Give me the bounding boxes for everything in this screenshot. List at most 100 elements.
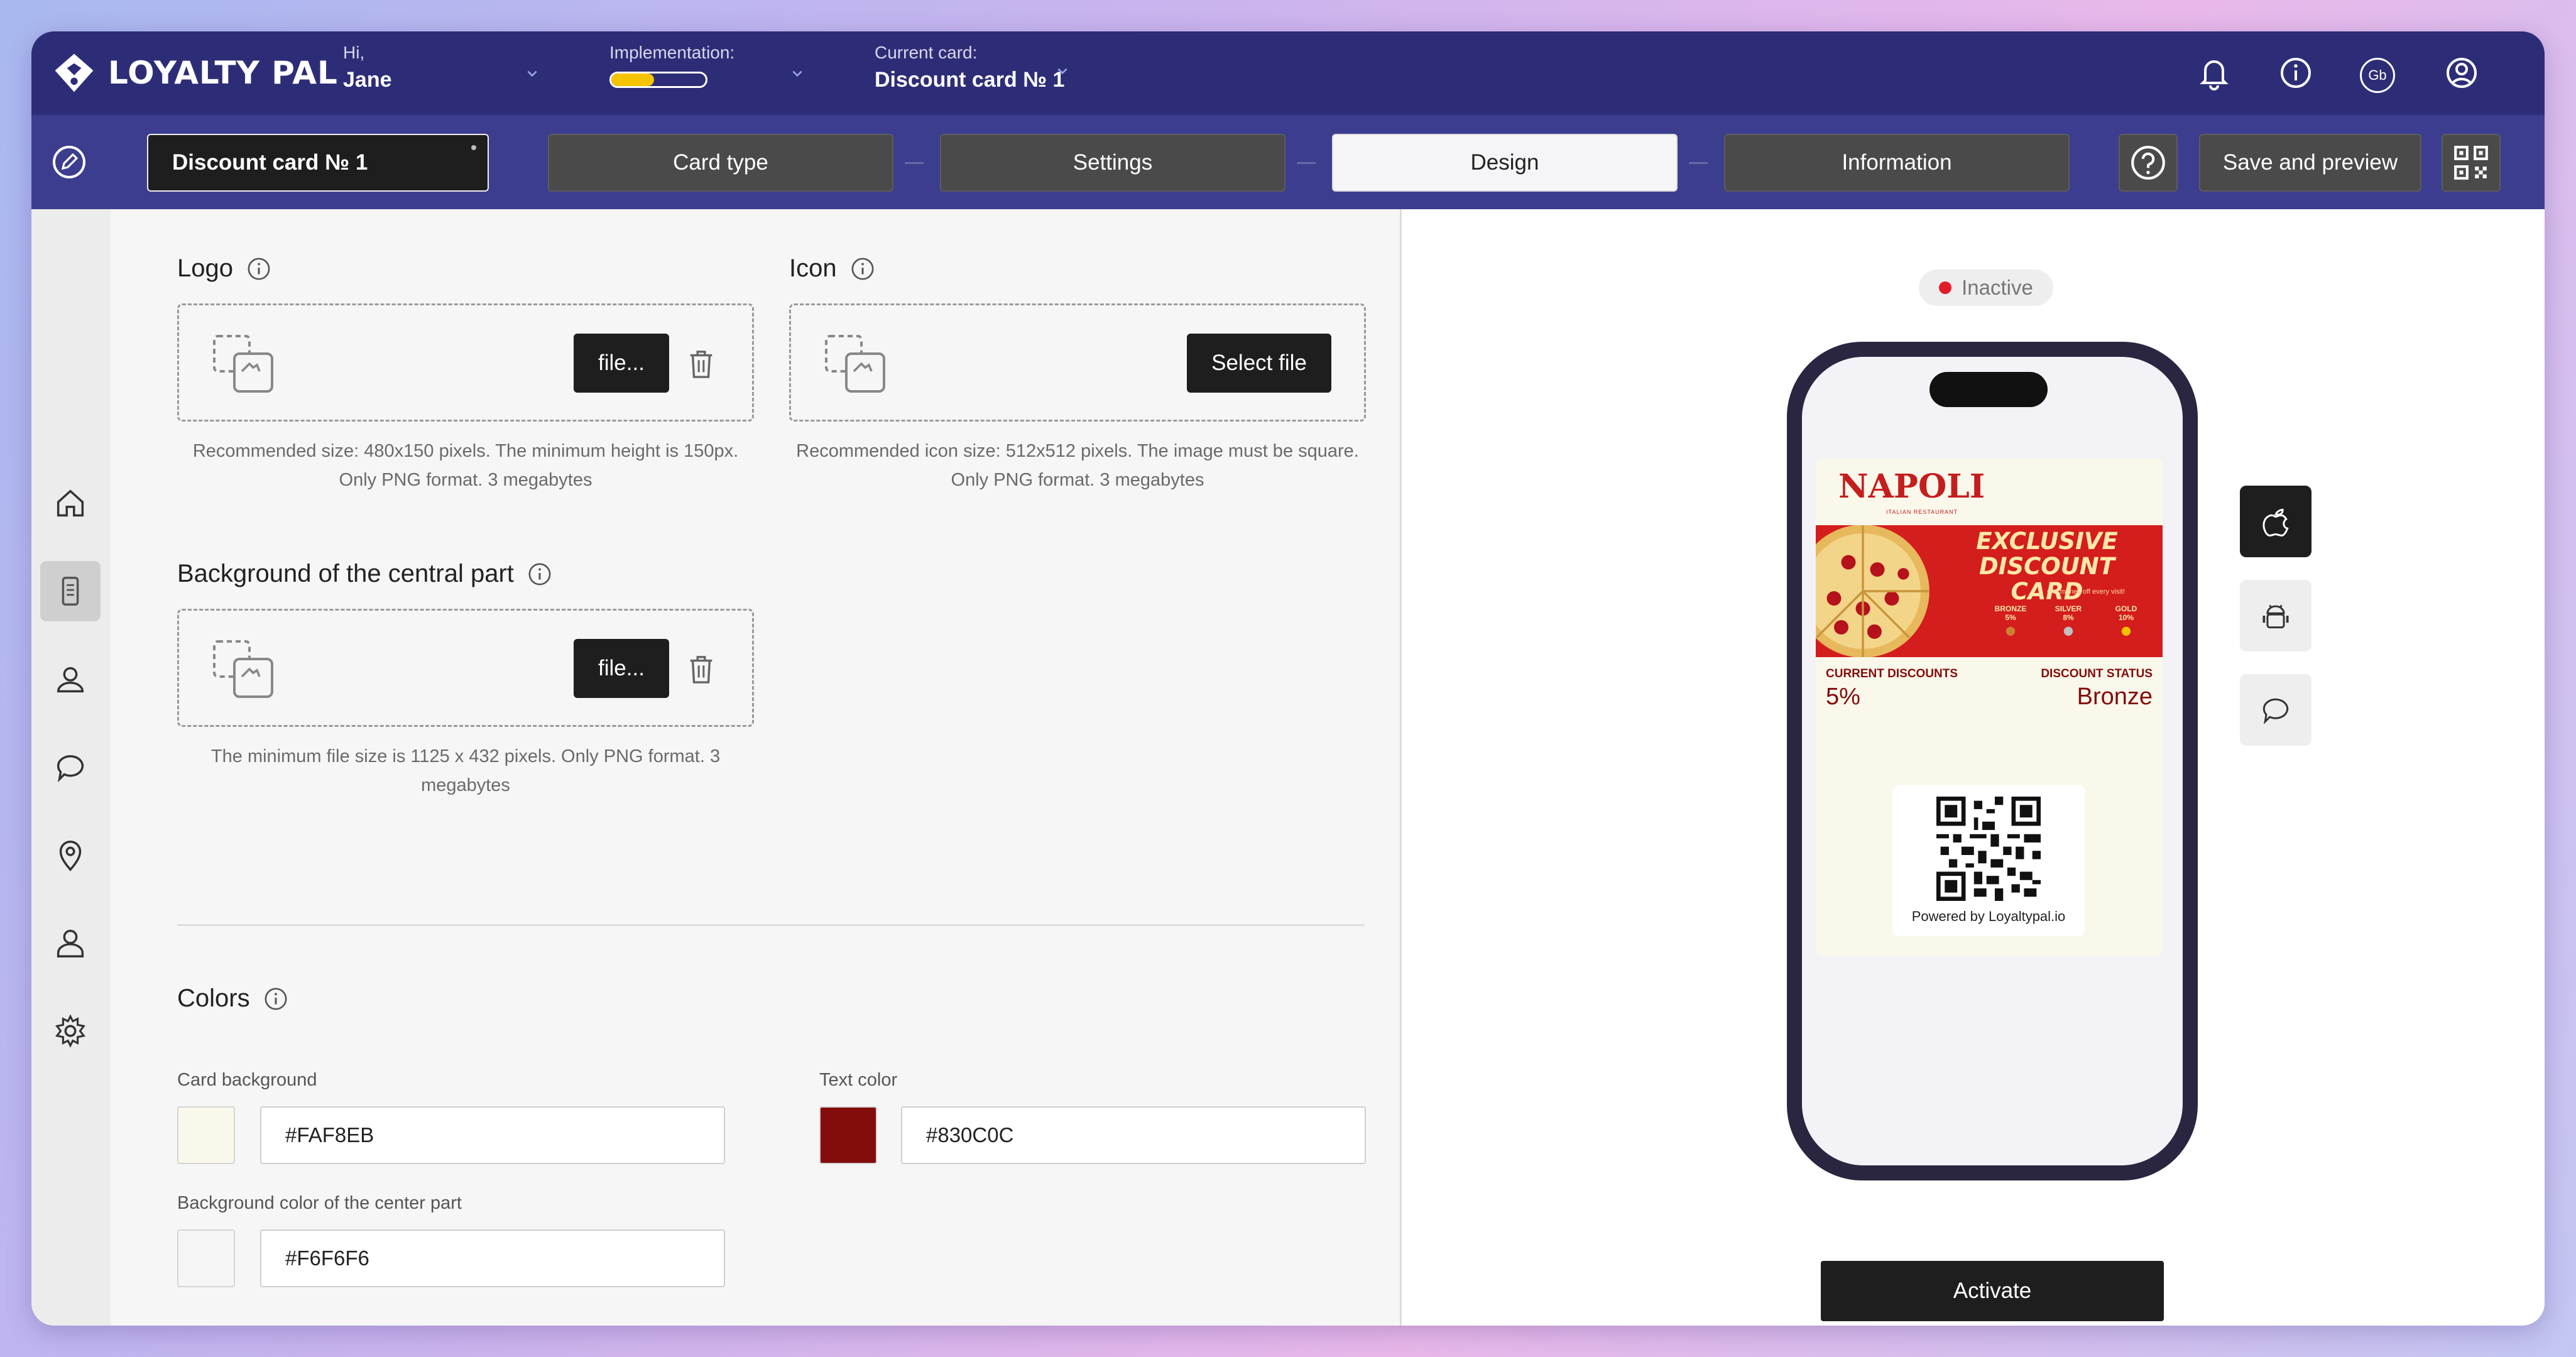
logo-file-button[interactable]: file... [574,334,669,393]
preview-ios-button[interactable] [2240,486,2311,557]
tier-name: GOLD [2115,604,2137,613]
sidebar-item-locations[interactable] [40,825,101,885]
card-name-field[interactable]: Discount card № 1 [147,134,489,192]
current-discounts-value: 5% [1826,684,1860,710]
left-sidebar [31,209,111,1326]
text-color-swatch[interactable] [819,1106,877,1164]
icon-select-file-button[interactable]: Select file [1187,334,1331,393]
center-bg-swatch[interactable] [177,1229,235,1287]
user-greeting: Hi, Jane [343,43,392,92]
colors-section-title: Colors [177,984,288,1013]
implementation-label: Implementation: [609,43,735,62]
preview-message-button[interactable] [2240,674,2311,746]
sidebar-item-cards[interactable] [40,561,101,621]
edit-pencil-icon[interactable] [50,143,88,181]
sidebar-item-profile[interactable] [40,913,101,973]
save-and-preview-label: Save and preview [2222,150,2398,175]
tier-gold: GOLD 10% [2107,604,2145,639]
tab-card-type[interactable]: Card type [548,134,893,192]
info-icon[interactable] [2277,54,2315,92]
logo-info-icon[interactable] [247,257,271,281]
implementation-chevron-down-icon[interactable] [790,67,804,80]
wallet-pass: NAPOLI ITALIAN RESTAURANT EXCLUSIVE DISC… [1816,459,2163,956]
discount-status-label: DISCOUNT STATUS [2041,667,2153,680]
sidebar-item-customers[interactable] [40,649,101,709]
phone-dynamic-island [1929,372,2048,407]
account-icon[interactable] [2443,54,2480,92]
qr-code-button[interactable] [2442,134,2501,192]
unsaved-indicator [471,145,476,150]
text-color-input[interactable]: #830C0C [901,1106,1366,1164]
tab-design[interactable]: Design [1332,134,1678,192]
center-bg-input[interactable]: #F6F6F6 [260,1229,725,1287]
users-icon [57,667,84,693]
card-background-swatch[interactable] [177,1106,235,1164]
icon-select-file-label: Select file [1211,351,1307,375]
upload-image-icon [213,640,273,698]
save-and-preview-button[interactable]: Save and preview [2199,134,2421,192]
pass-qr-area: Powered by Loyaltypal.io [1892,785,2085,936]
current-card-label: Current card: [875,43,978,62]
logo-delete-trash-icon[interactable] [687,348,716,379]
sidebar-item-messages[interactable] [40,737,101,797]
pass-banner-image: EXCLUSIVE DISCOUNT CARD Get money off ev… [1816,525,2163,657]
colors-title: Colors [177,984,250,1012]
activate-button[interactable]: Activate [1821,1261,2164,1321]
card-icon [62,576,79,606]
pass-brand-sub: ITALIAN RESTAURANT [1886,509,1958,515]
logo-dropzone[interactable]: file... [177,303,754,422]
tab-information-label: Information [1842,150,1952,175]
bell-icon[interactable] [2195,54,2233,92]
activate-label: Activate [1953,1278,2032,1303]
implementation-progress-fill [611,74,654,86]
tab-information[interactable]: Information [1724,134,2070,192]
greeting-label: Hi, [343,43,365,62]
discount-status-value: Bronze [2077,684,2153,710]
current-card-selector[interactable]: Current card: Discount card № 1 [875,43,1064,92]
background-dropzone[interactable]: file... [177,609,754,727]
colors-info-icon[interactable] [264,987,288,1011]
card-background-input[interactable]: #FAF8EB [260,1106,725,1164]
tier-silver: SILVER 8% [2049,604,2087,639]
icon-info-icon[interactable] [851,257,875,281]
location-icon [59,841,82,871]
logo-mark-icon [55,53,94,92]
text-color-value: #830C0C [926,1123,1014,1147]
preview-android-button[interactable] [2240,580,2311,651]
user-name: Jane [343,68,392,92]
top-bar: LOYALTY PAL Hi, Jane Implementation: Cur… [31,31,2545,115]
upload-image-icon [213,335,273,393]
sidebar-item-settings[interactable] [40,1001,101,1061]
tier-pct: 5% [2005,613,2016,622]
language-code: Gb [2368,67,2387,83]
logo-title: Logo [177,254,233,282]
apple-icon [2262,508,2289,537]
settings-icon [55,1014,85,1048]
background-info-icon[interactable] [528,562,552,586]
chat-bubble-icon [2262,698,2289,725]
banner-subtitle: Get money off every visit! [2047,588,2125,596]
home-icon [57,489,84,517]
qr-caption: Powered by Loyaltypal.io [1911,908,2066,924]
status-dot [1939,281,1952,294]
card-preview-panel: Inactive NAPOLI ITALIAN RESTAURANT EXCLU… [1402,209,2545,1326]
status-badge: Inactive [1919,270,2053,306]
tier-pct: 10% [2118,613,2134,622]
android-icon [2262,604,2289,629]
tab-design-label: Design [1470,150,1539,175]
background-delete-trash-icon[interactable] [687,653,716,685]
phone-screen: NAPOLI ITALIAN RESTAURANT EXCLUSIVE DISC… [1802,357,2183,1165]
pizza-illustration [1816,525,1929,657]
chat-icon [57,755,84,783]
qr-code-image [1936,797,2041,901]
icon-dropzone[interactable]: Select file [789,303,1366,422]
language-gb-icon[interactable]: Gb [2360,58,2395,93]
tab-settings[interactable]: Settings [940,134,1285,192]
sidebar-item-home[interactable] [40,473,101,533]
current-card-chevron-down-icon[interactable] [1056,64,1069,78]
tab-separator [1297,162,1316,164]
app-logo[interactable]: LOYALTY PAL [50,49,338,97]
help-button[interactable] [2119,134,2178,192]
background-file-button[interactable]: file... [574,639,669,698]
user-menu-chevron-down-icon[interactable] [525,67,539,80]
